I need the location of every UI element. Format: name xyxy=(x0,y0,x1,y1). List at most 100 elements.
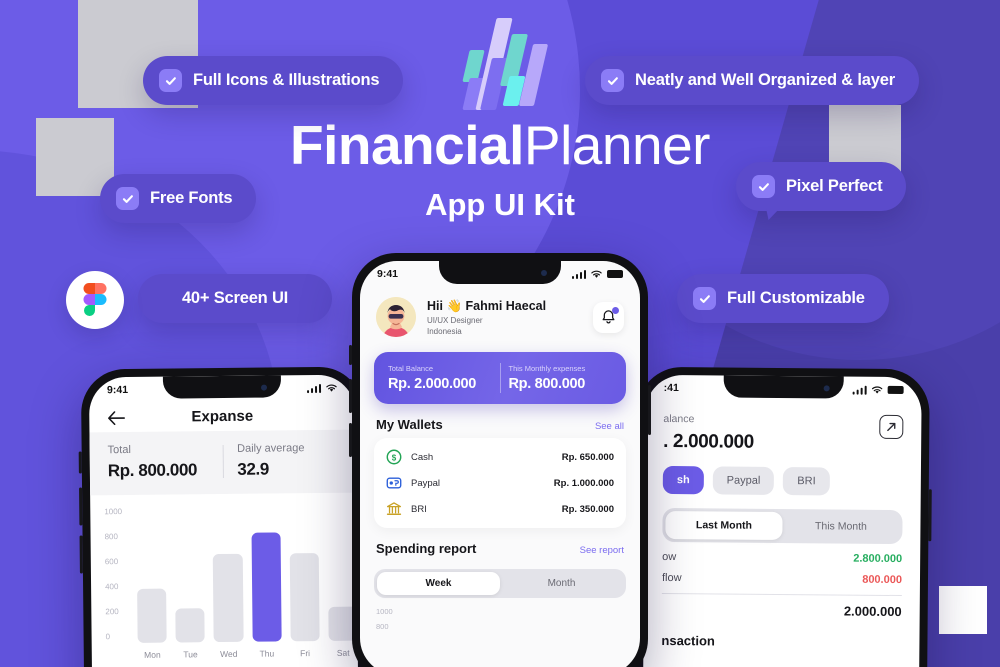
chart-y-tick: 800 xyxy=(376,622,389,631)
check-icon xyxy=(693,287,716,310)
battery-icon xyxy=(607,270,623,278)
chart-bar[interactable] xyxy=(213,553,244,643)
flow-label: ow xyxy=(662,550,677,564)
badge-screen-ui[interactable]: 40+ Screen UI xyxy=(138,274,332,323)
wallet-name: Paypal xyxy=(411,477,441,489)
tab-month[interactable]: Month xyxy=(500,572,623,595)
wallet-row[interactable]: BRI Rp. 350.000 xyxy=(386,496,614,522)
poster-canvas: FinancialPlanner App UI Kit Full Icons &… xyxy=(0,0,1000,667)
transaction-heading: nsaction xyxy=(661,632,715,649)
wallet-amount: Rp. 350.000 xyxy=(561,503,614,515)
wallet-name: Cash xyxy=(411,451,434,463)
notification-dot xyxy=(612,306,619,314)
title-bold: Financial xyxy=(290,114,524,176)
check-icon xyxy=(116,187,139,210)
user-avatar[interactable] xyxy=(376,297,416,337)
profile-role: UI/UX Designer xyxy=(427,316,483,325)
screen-home: 9:41 Hii 👋 Fahmi Haecal UI/UX Designer I… xyxy=(360,261,640,667)
badge-full-customizable[interactable]: Full Customizable xyxy=(677,274,889,323)
see-all-link[interactable]: See all xyxy=(595,421,624,432)
chart-y-tick: 600 xyxy=(104,557,119,567)
signal-icon xyxy=(852,385,867,395)
badge-pixel-perfect[interactable]: Pixel Perfect xyxy=(736,162,907,220)
wallet-chip[interactable]: Paypal xyxy=(712,466,775,495)
tab-week[interactable]: Week xyxy=(377,572,500,595)
sparkle-icon xyxy=(939,586,987,634)
wallet-filter-chips: sh Paypal BRI xyxy=(645,453,921,496)
chart-x-tick: Thu xyxy=(259,648,275,659)
notification-button[interactable] xyxy=(593,301,624,333)
profile-location: Indonesia xyxy=(427,326,462,336)
balance-label: Total Balance xyxy=(388,364,434,373)
chart-bar[interactable] xyxy=(251,532,282,642)
share-arrow-icon[interactable] xyxy=(879,414,904,440)
tab-last-month[interactable]: Last Month xyxy=(665,510,783,541)
check-icon xyxy=(159,69,182,92)
badge-label: Free Fonts xyxy=(150,189,233,207)
flow-row: ow 2.800.000 xyxy=(644,542,920,565)
flow-label: flow xyxy=(661,571,682,585)
cash-icon: $ xyxy=(386,449,402,465)
tab-this-month[interactable]: This Month xyxy=(782,512,899,541)
chart-bar[interactable] xyxy=(175,608,206,643)
stats-row: Total Rp. 800.000 Daily average 32.9 xyxy=(89,429,357,496)
chart-y-tick: 0 xyxy=(105,632,111,642)
profile-text: Hii 👋 Fahmi Haecal UI/UX Designer Indone… xyxy=(427,299,546,336)
profile-header: Hii 👋 Fahmi Haecal UI/UX Designer Indone… xyxy=(360,283,640,343)
chart-x-tick: Fri xyxy=(300,648,311,659)
badge-label: Pixel Perfect xyxy=(786,177,883,195)
balance-value: Rp. 2.000.000 xyxy=(388,376,476,392)
phone-mockup-center: 9:41 Hii 👋 Fahmi Haecal UI/UX Designer I… xyxy=(349,253,651,667)
card-divider xyxy=(499,363,501,393)
figma-logo-badge[interactable] xyxy=(66,271,124,329)
wallet-row[interactable]: Paypal Rp. 1.000.000 xyxy=(386,470,614,496)
month-tabs: Last Month This Month xyxy=(662,507,903,545)
expense-value: Rp. 800.000 xyxy=(508,376,586,392)
chart-x-tick: Mon xyxy=(144,649,161,660)
wallet-amount: Rp. 1.000.000 xyxy=(553,477,614,489)
wallet-chip[interactable]: sh xyxy=(662,465,704,495)
status-time: 9:41 xyxy=(377,268,399,280)
balance-header: alance . 2.000.000 xyxy=(645,397,921,455)
status-time: :41 xyxy=(663,381,679,395)
check-icon xyxy=(601,69,624,92)
wifi-icon xyxy=(326,384,337,392)
signal-icon xyxy=(571,269,586,279)
wifi-icon xyxy=(871,385,883,394)
balance-card[interactable]: Total Balance Rp. 2.000.000 This Monthly… xyxy=(374,352,626,404)
wallet-amount: Rp. 650.000 xyxy=(561,451,614,463)
greeting-text: Hii 👋 Fahmi Haecal xyxy=(427,298,547,313)
chart-y-tick: 800 xyxy=(104,532,118,542)
wallet-row[interactable]: $ Cash Rp. 650.000 xyxy=(386,444,614,470)
phone-mockup-left: 9:41 Expanse Total Rp. 800.000 Daily ave… xyxy=(78,366,368,667)
status-bar: 9:41 xyxy=(360,261,640,280)
section-title: Spending report xyxy=(376,541,477,556)
badge-neatly-organized[interactable]: Neatly and Well Organized & layer xyxy=(585,56,919,105)
see-report-link[interactable]: See report xyxy=(580,545,624,556)
check-icon xyxy=(752,175,775,198)
status-icons xyxy=(852,385,904,395)
badge-free-fonts[interactable]: Free Fonts xyxy=(100,174,257,223)
flow-rows: ow 2.800.000 flow 800.000 xyxy=(644,542,920,586)
status-time: 9:41 xyxy=(106,383,129,397)
expense-label: This Monthly expenses xyxy=(508,364,586,373)
chart-x-tick: Wed xyxy=(220,648,238,660)
chart-y-tick: 1000 xyxy=(104,507,123,517)
svg-text:$: $ xyxy=(392,453,397,462)
status-icons xyxy=(306,383,337,393)
chart-bar[interactable] xyxy=(137,588,167,643)
wifi-icon xyxy=(591,270,602,278)
status-bar: :41 xyxy=(646,375,922,396)
chart-x-axis: Mon Tue Wed Thu Fri Sat xyxy=(138,648,358,660)
spending-chart-axis: 1000 800 xyxy=(360,598,640,634)
spending-section-header: Spending report See report xyxy=(360,528,640,562)
expanse-bar-chart: 1000 800 600 400 200 0 Mon Tue Wed Thu Fri Sat xyxy=(90,493,358,667)
chart-bar[interactable] xyxy=(289,552,320,642)
signal-icon xyxy=(306,383,322,393)
stat-daily-average: Daily average 32.9 xyxy=(237,442,338,480)
stat-value: 32.9 xyxy=(237,459,269,479)
chart-y-tick: 200 xyxy=(105,607,119,617)
wallet-chip[interactable]: BRI xyxy=(783,467,830,496)
badge-full-icons[interactable]: Full Icons & Illustrations xyxy=(143,56,404,105)
badge-label: Neatly and Well Organized & layer xyxy=(635,71,895,89)
